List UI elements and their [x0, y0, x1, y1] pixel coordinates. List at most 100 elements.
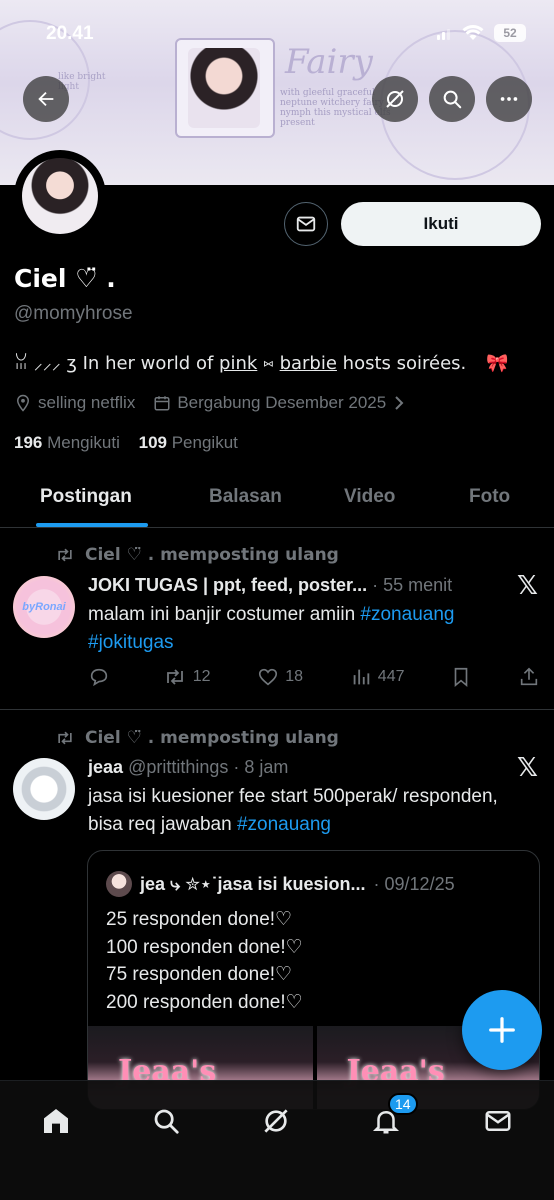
followers-count: 109	[138, 433, 167, 452]
location-icon	[16, 394, 30, 412]
quote-header: jea ⤷ ✮⋆˙jasa isi kuesion... · 09/12/25	[106, 871, 455, 897]
tab-replies[interactable]: Balasan	[209, 486, 282, 508]
repost-indicator: Ciel ♡̈ . memposting ulang	[55, 728, 339, 748]
followers-label: Pengikut	[171, 433, 238, 452]
profile-avatar[interactable]	[14, 150, 106, 242]
hashtag[interactable]: #jokitugas	[88, 632, 174, 653]
status-icons: 52	[436, 24, 526, 42]
profile-tabs: Postingan Balasan Video Foto	[0, 470, 554, 528]
banner-photo	[188, 48, 260, 128]
x-logo-icon: 𝕏	[517, 571, 538, 601]
wifi-icon	[462, 25, 484, 40]
post-header: jeaa @prittithings · 8 jam	[88, 757, 288, 778]
x-logo-icon: 𝕏	[517, 753, 538, 783]
post-author[interactable]: JOKI TUGAS | ppt, feed, poster...	[88, 575, 367, 595]
search-button[interactable]	[429, 76, 475, 122]
quote-author: jea ⤷ ✮⋆˙jasa isi kuesion...	[140, 873, 366, 894]
post-body: malam ini banjir costumer amiin	[88, 604, 361, 625]
share-icon	[520, 667, 538, 686]
following-link[interactable]: 196 Mengikuti	[14, 433, 120, 452]
post-time: · 55 menit	[372, 575, 453, 595]
grok-button[interactable]	[372, 76, 418, 122]
bio-prefix: ꈍ ⸝⸝⸝ ʒ In her world of	[14, 353, 214, 374]
profile-handle: @momyhrose	[14, 303, 133, 324]
notification-badge: 14	[388, 1093, 418, 1115]
repost-indicator: Ciel ♡̈ . memposting ulang	[55, 545, 339, 565]
status-time: 20.41	[46, 23, 94, 44]
following-count: 196	[14, 433, 43, 452]
bio-barbie: barbie	[279, 353, 337, 374]
following-label: Mengikuti	[47, 433, 120, 452]
nav-grok[interactable]	[256, 1101, 296, 1141]
banner-title: Fairy	[285, 42, 373, 82]
bio-sep: ⑅	[263, 353, 280, 374]
quote-text: 25 responden done!♡ 100 responden done!♡…	[106, 906, 303, 1016]
profile-bio: ꈍ ⸝⸝⸝ ʒ In her world of pink ⑅ barbie ho…	[14, 351, 508, 375]
reply-button[interactable]	[88, 666, 116, 688]
mail-icon	[296, 216, 316, 232]
chevron-right-icon[interactable]	[392, 394, 406, 412]
repost-count: 12	[192, 668, 211, 685]
post-author[interactable]: jeaa	[88, 757, 123, 777]
quote-avatar	[106, 871, 132, 897]
more-icon	[500, 97, 518, 101]
post-avatar[interactable]: byRonai	[13, 576, 75, 638]
profile-location: selling netflix	[38, 393, 136, 412]
post-handle[interactable]: @prittithings	[128, 757, 228, 777]
view-count: 447	[377, 668, 405, 685]
battery-indicator: 52	[494, 24, 526, 42]
avatar-text: byRonai	[22, 601, 66, 613]
hashtag[interactable]: #zonauang	[237, 814, 331, 835]
followers-link[interactable]: 109 Pengikut	[139, 433, 238, 452]
repost-icon	[58, 548, 72, 562]
bottom-navigation: 14	[0, 1080, 554, 1200]
bookmark-button[interactable]	[451, 666, 471, 688]
post-avatar[interactable]	[13, 758, 75, 820]
quote-date: · 09/12/25	[373, 873, 455, 894]
like-button[interactable]: 18	[257, 666, 303, 688]
calendar-icon	[154, 396, 170, 411]
nav-messages[interactable]	[478, 1101, 518, 1141]
display-name: Ciel ♡̈ .	[14, 264, 116, 293]
post-text: jasa isi kuesioner fee start 500perak/ r…	[88, 783, 508, 839]
quoted-post[interactable]: jea ⤷ ✮⋆˙jasa isi kuesion... · 09/12/25 …	[87, 850, 540, 1110]
nav-home[interactable]	[36, 1101, 76, 1141]
post-actions: 12 18 447	[88, 666, 540, 688]
hashtag[interactable]: #zonauang	[360, 604, 454, 625]
nav-notifications[interactable]: 14	[366, 1093, 418, 1141]
banner-text-left: like bright light	[58, 72, 106, 92]
bio-suffix: hosts soirées.	[342, 353, 467, 374]
quote-line: 100 responden done!♡	[106, 936, 303, 958]
compose-button[interactable]	[462, 990, 542, 1070]
views-button[interactable]: 447	[350, 666, 405, 688]
repost-text: Ciel ♡̈ . memposting ulang	[85, 728, 339, 748]
tab-photos[interactable]: Foto	[469, 486, 510, 508]
plus-icon	[489, 1017, 515, 1043]
reply-icon	[90, 668, 108, 687]
quote-line: 25 responden done!♡	[106, 909, 293, 930]
share-button[interactable]	[518, 666, 540, 688]
search-icon	[154, 1109, 179, 1134]
repost-icon	[58, 731, 72, 745]
arrow-left-icon	[38, 91, 54, 107]
quote-line: 200 responden done!♡	[106, 991, 303, 1013]
bio-pink: pink	[219, 353, 258, 374]
post-text: malam ini banjir costumer amiin #zonauan…	[88, 601, 518, 657]
bow-icon: 🎀	[486, 353, 509, 374]
more-button[interactable]	[486, 76, 532, 122]
grok-icon	[264, 1109, 288, 1133]
nav-search[interactable]	[146, 1101, 186, 1141]
home-icon	[44, 1109, 68, 1133]
search-icon	[443, 90, 462, 109]
message-button[interactable]	[284, 202, 328, 246]
grok-icon	[386, 90, 404, 108]
tab-posts[interactable]: Postingan	[40, 486, 132, 508]
repost-button[interactable]: 12	[163, 666, 211, 688]
back-button[interactable]	[23, 76, 69, 122]
mail-icon	[485, 1111, 511, 1131]
tab-video[interactable]: Video	[344, 486, 395, 508]
avatar	[22, 158, 98, 234]
post-header: JOKI TUGAS | ppt, feed, poster... · 55 m…	[88, 575, 452, 596]
profile-meta: selling netflix Bergabung Desember 2025	[14, 393, 406, 413]
follow-button[interactable]: Ikuti	[341, 202, 541, 246]
